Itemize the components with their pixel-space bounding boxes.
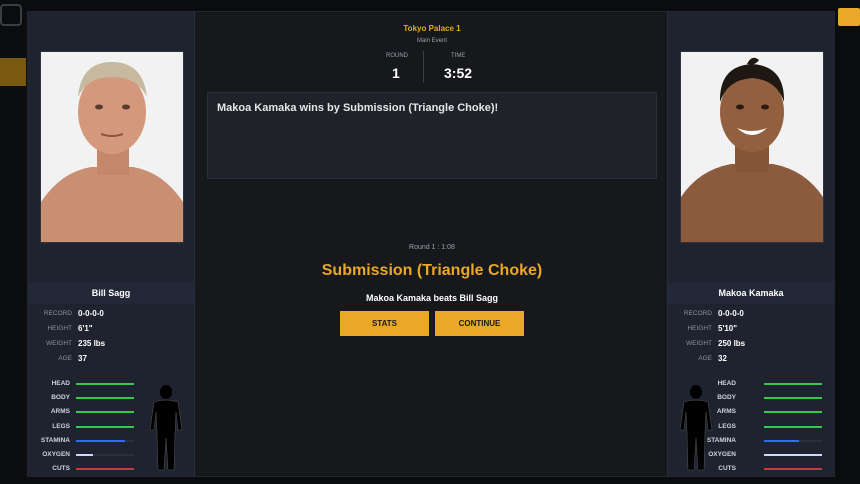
arms-condition-label: ARMS — [50, 408, 70, 416]
body-silhouette-icon — [674, 382, 718, 474]
right-height: 5'10" — [718, 324, 738, 333]
age-label: AGE — [698, 355, 712, 362]
left-fighter-photo — [40, 51, 184, 243]
cuts-condition-label: CUTS — [52, 465, 70, 473]
stamina-condition-bar — [764, 439, 822, 442]
record-label: RECORD — [683, 310, 712, 317]
left-record: 0-0-0-0 — [78, 309, 104, 318]
left-age: 37 — [78, 354, 87, 363]
head-condition-label: HEAD — [51, 380, 70, 387]
head-condition-bar — [764, 383, 822, 385]
stamina-condition-bar — [76, 439, 134, 442]
weight-label: WEIGHT — [686, 340, 712, 347]
height-label: HEIGHT — [687, 325, 712, 332]
cuts-condition-bar — [76, 468, 134, 471]
cuts-condition-bar — [764, 468, 822, 471]
left-weight: 235 lbs — [78, 339, 106, 348]
right-fighter-panel: Makoa Kamaka RECORD 0-0-0-0 HEIGHT 5'10" W… — [667, 12, 834, 476]
oxygen-condition-label: OXYGEN — [42, 451, 70, 458]
stamina-condition-label: STAMINA — [40, 436, 70, 444]
left-condition-block: HEAD BODY ARMS LEGS STAMINA OXYGEN CUTS — [28, 376, 194, 476]
height-label: HEIGHT — [47, 325, 72, 332]
weight-label: WEIGHT — [46, 340, 72, 347]
legs-condition-label: LEGS — [52, 422, 70, 430]
legs-condition-bar — [764, 425, 822, 428]
body-silhouette-icon — [144, 382, 188, 474]
left-fighter-panel: Bill Sagg RECORD 0-0-0-0 HEIGHT 6'1" WEIGH… — [28, 12, 195, 476]
age-label: AGE — [58, 355, 72, 362]
stats-button[interactable]: STATS — [340, 311, 429, 336]
background-tab — [0, 58, 26, 86]
right-weight: 250 lbs — [718, 339, 746, 348]
round-time: Round 1 : 1:08 — [409, 244, 455, 251]
body-condition-label: BODY — [51, 394, 70, 402]
app-logo-icon — [0, 4, 22, 26]
background-button — [838, 8, 860, 26]
right-condition-block: HEAD BODY ARMS LEGS STAMINA OXYGEN CUTS — [668, 376, 834, 476]
left-fighter-stats: RECORD 0-0-0-0 HEIGHT 6'1" WEIGHT 235 lbs A… — [28, 306, 194, 366]
result-method: Submission (Triangle Choke) — [321, 262, 543, 279]
continue-button[interactable]: CONTINUE — [435, 311, 524, 336]
left-height: 6'1" — [78, 324, 93, 333]
legs-condition-bar — [76, 425, 134, 428]
left-fighter-name: Bill Sagg — [28, 282, 194, 304]
head-condition-bar — [76, 383, 134, 385]
result-summary: Makoa Kamaka beats Bill Sagg — [365, 293, 499, 303]
oxygen-condition-bar — [76, 454, 134, 456]
result-area: Round 1 : 1:08 Submission (Triangle Chok… — [194, 12, 670, 476]
arms-condition-bar — [764, 411, 822, 414]
right-fighter-photo — [680, 51, 824, 243]
fight-result-modal: Bill Sagg RECORD 0-0-0-0 HEIGHT 6'1" WEIGH… — [27, 11, 835, 477]
right-fighter-name: Makoa Kamaka — [668, 282, 834, 304]
body-condition-bar — [76, 397, 134, 400]
record-label: RECORD — [43, 310, 72, 317]
body-condition-bar — [764, 397, 822, 400]
oxygen-condition-bar — [764, 454, 822, 456]
right-record: 0-0-0-0 — [718, 309, 744, 318]
arms-condition-bar — [76, 411, 134, 414]
right-age: 32 — [718, 354, 727, 363]
right-fighter-stats: RECORD 0-0-0-0 HEIGHT 5'10" WEIGHT 250 lbs … — [668, 306, 834, 366]
